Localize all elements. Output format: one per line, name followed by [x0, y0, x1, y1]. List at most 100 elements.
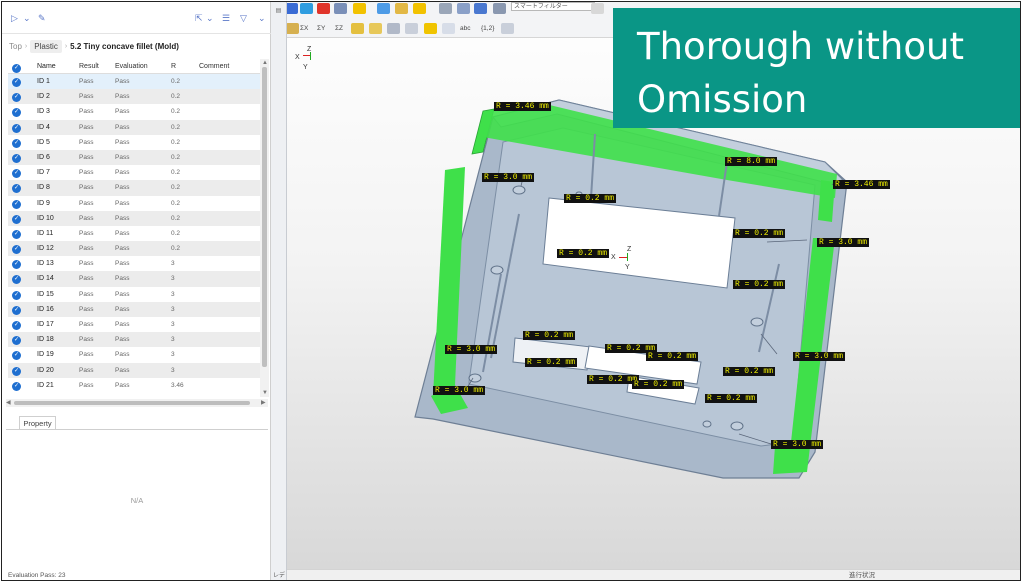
- cell-r: 0.2: [171, 78, 181, 85]
- play-icon[interactable]: ▷: [11, 14, 18, 23]
- row-check[interactable]: ✓: [12, 378, 21, 393]
- scroll-thumb[interactable]: [14, 401, 250, 405]
- scroll-up-icon[interactable]: ▲: [262, 60, 268, 66]
- radius-label[interactable]: R = 3.0 mm: [482, 173, 535, 182]
- breadcrumb-plastic[interactable]: Plastic: [30, 39, 62, 53]
- table-row[interactable]: ✓ ID 3 Pass Pass 0.2: [8, 104, 260, 119]
- dropdown-icon[interactable]: ⌄: [206, 14, 214, 23]
- table-row[interactable]: ✓ ID 19 Pass Pass 3: [8, 347, 260, 362]
- radius-label[interactable]: R = 0.2 mm: [564, 194, 617, 203]
- breadcrumb-top[interactable]: Top: [9, 42, 22, 51]
- row-check[interactable]: ✓: [12, 332, 21, 347]
- table-row[interactable]: ✓ ID 12 Pass Pass 0.2: [8, 241, 260, 257]
- table-row[interactable]: ✓ ID 5 Pass Pass 0.2: [8, 135, 260, 150]
- scroll-down-icon[interactable]: ▼: [262, 390, 268, 396]
- table-row[interactable]: ✓ ID 4 Pass Pass 0.2: [8, 119, 260, 135]
- row-check[interactable]: ✓: [12, 135, 21, 150]
- dropdown-icon[interactable]: ⌄: [23, 14, 31, 23]
- check-icon: ✓: [12, 138, 21, 148]
- radius-label[interactable]: R = 3.0 mm: [817, 238, 870, 247]
- row-check[interactable]: ✓: [12, 302, 21, 317]
- row-check[interactable]: ✓: [12, 74, 21, 89]
- table-row[interactable]: ✓ ID 20 Pass Pass 3: [8, 362, 260, 378]
- cell-r: 0.2: [171, 169, 181, 177]
- table-row[interactable]: ✓ ID 2 Pass Pass 0.2: [8, 89, 260, 105]
- row-check[interactable]: ✓: [12, 211, 21, 226]
- radius-label[interactable]: R = 0.2 mm: [733, 280, 786, 289]
- header-evaluation[interactable]: Evaluation: [115, 59, 148, 74]
- row-check[interactable]: ✓: [12, 89, 21, 104]
- tab-property[interactable]: Property: [19, 416, 56, 430]
- row-check[interactable]: ✓: [12, 226, 21, 241]
- table-row[interactable]: ✓ ID 10 Pass Pass 0.2: [8, 210, 260, 226]
- scroll-left-icon[interactable]: ◀: [6, 400, 11, 406]
- table-row[interactable]: ✓ ID 17 Pass Pass 3: [8, 317, 260, 332]
- edit-icon[interactable]: ✎: [38, 14, 46, 23]
- table-row[interactable]: ✓ ID 6 Pass Pass 0.2: [8, 149, 260, 166]
- pin-icon[interactable]: ▤: [275, 7, 282, 14]
- radius-label[interactable]: R = 0.2 mm: [557, 249, 610, 258]
- row-check[interactable]: ✓: [12, 180, 21, 195]
- header-r[interactable]: R: [171, 59, 176, 74]
- row-check[interactable]: ✓: [12, 120, 21, 135]
- table-row[interactable]: ✓ ID 8 Pass Pass 0.2: [8, 180, 260, 196]
- table-row[interactable]: ✓ ID 21 Pass Pass 3.46: [8, 378, 260, 393]
- collapse-icon[interactable]: ⌄: [258, 14, 266, 23]
- panel-splitter[interactable]: ▤ レディ: [271, 2, 287, 580]
- filter-icon[interactable]: ▽: [240, 14, 247, 23]
- row-check[interactable]: ✓: [12, 271, 21, 286]
- radius-label[interactable]: R = 0.2 mm: [523, 331, 576, 340]
- radius-label[interactable]: R = 0.2 mm: [723, 367, 776, 376]
- vertical-scrollbar[interactable]: ▲ ▼: [260, 59, 269, 397]
- row-check[interactable]: ✓: [12, 363, 21, 378]
- header-name[interactable]: Name: [37, 59, 56, 74]
- table-row[interactable]: ✓ ID 14 Pass Pass 3: [8, 271, 260, 287]
- radius-label[interactable]: R = 3.0 mm: [793, 352, 846, 361]
- table-row[interactable]: ✓ ID 7 Pass Pass 0.2: [8, 165, 260, 180]
- row-check[interactable]: ✓: [12, 347, 21, 362]
- cell-r: 3: [171, 351, 175, 359]
- radius-label[interactable]: R = 0.2 mm: [733, 229, 786, 238]
- cell-evaluation: Pass: [115, 108, 130, 116]
- table-row[interactable]: ✓ ID 1 Pass Pass 0.2: [8, 74, 260, 90]
- row-check[interactable]: ✓: [12, 196, 21, 211]
- radius-label[interactable]: R = 0.2 mm: [525, 358, 578, 367]
- filter-list-icon[interactable]: ☰: [222, 14, 230, 23]
- progress-label: 進行状況: [849, 572, 875, 579]
- table-row[interactable]: ✓ ID 13 Pass Pass 3: [8, 256, 260, 271]
- radius-label[interactable]: R = 3.46 mm: [494, 102, 551, 111]
- row-check[interactable]: ✓: [12, 104, 21, 119]
- radius-label[interactable]: R = 0.2 mm: [646, 352, 699, 361]
- radius-label[interactable]: R = 3.46 mm: [833, 180, 890, 189]
- radius-label[interactable]: R = 3.0 mm: [445, 345, 498, 354]
- table-row[interactable]: ✓ ID 9 Pass Pass 0.2: [8, 196, 260, 211]
- table-row[interactable]: ✓ ID 11 Pass Pass 0.2: [8, 226, 260, 241]
- row-check[interactable]: ✓: [12, 317, 21, 332]
- radius-label[interactable]: R = 3.0 mm: [771, 440, 824, 449]
- cell-r: 0.2: [171, 123, 181, 131]
- scroll-right-icon[interactable]: ▶: [261, 400, 266, 406]
- row-check[interactable]: ✓: [12, 256, 21, 271]
- cell-r: 0.2: [171, 138, 181, 146]
- export-icon[interactable]: ⇱: [195, 14, 203, 23]
- radius-label[interactable]: R = 0.2 mm: [632, 380, 685, 389]
- radius-label[interactable]: R = 8.0 mm: [725, 157, 778, 166]
- radius-label[interactable]: R = 3.0 mm: [433, 386, 486, 395]
- horizontal-scrollbar[interactable]: ◀ ▶: [6, 399, 268, 407]
- radius-label[interactable]: R = 0.2 mm: [705, 394, 758, 403]
- header-comment[interactable]: Comment: [199, 59, 229, 74]
- status-ready: レディ: [273, 573, 286, 579]
- row-check[interactable]: ✓: [12, 150, 21, 165]
- row-check[interactable]: ✓: [12, 287, 21, 302]
- table-row[interactable]: ✓ ID 18 Pass Pass 3: [8, 332, 260, 348]
- scroll-thumb[interactable]: [262, 67, 267, 367]
- table-row[interactable]: ✓ ID 15 Pass Pass 3: [8, 287, 260, 302]
- row-check[interactable]: ✓: [12, 241, 21, 256]
- cell-name: ID 16: [37, 305, 54, 313]
- row-check[interactable]: ✓: [12, 165, 21, 180]
- table-row[interactable]: ✓ ID 16 Pass Pass 3: [8, 301, 260, 317]
- cell-result: Pass: [79, 381, 94, 389]
- header-result[interactable]: Result: [79, 59, 99, 74]
- header-check[interactable]: ✓: [12, 59, 21, 74]
- cell-name: ID 2: [37, 93, 50, 101]
